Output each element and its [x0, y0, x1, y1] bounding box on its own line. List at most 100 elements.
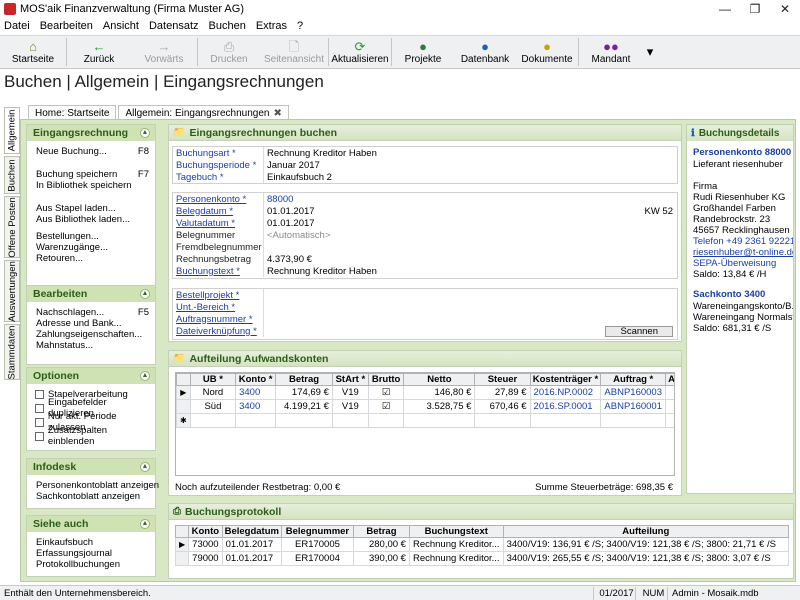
cell-belegdatum[interactable]: 01.01.2017: [221, 551, 282, 566]
sachkontoblatt-link[interactable]: Sachkontoblatt anzeigen: [27, 491, 155, 502]
zahlungseigenschaften-link[interactable]: Zahlungseigenschaften...: [27, 329, 155, 340]
aktualisieren-button[interactable]: ⟳ Aktualisieren: [329, 36, 391, 68]
einkaufsbuch-link[interactable]: Einkaufsbuch: [27, 537, 155, 548]
row-selector[interactable]: [176, 399, 191, 414]
cell-belegdatum[interactable]: 01.01.2017: [221, 537, 282, 552]
section-header[interactable]: Bearbeiten ▲: [27, 286, 155, 302]
cell-konto[interactable]: 73000: [188, 537, 223, 552]
cell-empty[interactable]: [367, 413, 405, 428]
field-unt-bereich[interactable]: Unt.-Bereich *: [173, 301, 677, 313]
table-row[interactable]: ▶ 73000 01.01.2017 ER170005 280,00 € Rec…: [175, 537, 789, 552]
field-value[interactable]: Januar 2017: [263, 159, 677, 171]
cell-konto[interactable]: 79000: [188, 551, 223, 566]
table-row[interactable]: 79000 01.01.2017 ER170004 390,00 € Rechn…: [175, 551, 789, 566]
row-selector[interactable]: [175, 551, 190, 566]
column-header[interactable]: Belegdatum: [221, 525, 282, 538]
menu-buchen[interactable]: Buchen: [209, 20, 246, 32]
column-header[interactable]: Betrag: [275, 373, 333, 386]
cell-aufteilung[interactable]: 3400/V19: 265,55 € /S; 3400/V19: 121,38 …: [502, 551, 789, 566]
field-tagebuch[interactable]: Tagebuch * Einkaufsbuch 2: [173, 171, 677, 183]
column-header[interactable]: Konto: [188, 525, 223, 538]
cell-kostentraeger[interactable]: 2016.NP.0002: [529, 385, 602, 400]
cell-auftrag[interactable]: ABNP160003: [600, 385, 666, 400]
cell-netto[interactable]: 146,80 €: [403, 385, 476, 400]
neue-buchung-link[interactable]: Neue Buchung... F8: [27, 146, 155, 157]
vtab-buchen[interactable]: Buchen: [4, 156, 20, 194]
checkbox[interactable]: [35, 417, 44, 427]
checkbox[interactable]: [35, 389, 44, 399]
cell-aufteilung[interactable]: 3400/V19: 136,91 € /S; 3400/V19: 121,38 …: [502, 537, 789, 552]
cell-belegnummer[interactable]: ER170005: [280, 537, 354, 552]
in-bibliothek-speichern-link[interactable]: In Bibliothek speichern: [27, 180, 155, 191]
minimize-button[interactable]: —: [710, 2, 740, 16]
cell-betrag[interactable]: 390,00 €: [352, 551, 410, 566]
projekte-button[interactable]: ● Projekte: [392, 36, 454, 68]
cell-buchungstext[interactable]: Rechnung Kreditor...: [408, 551, 504, 566]
field-value[interactable]: [263, 313, 677, 325]
field-value[interactable]: 88000: [263, 193, 677, 205]
field-dateiverknuepfung[interactable]: Dateiverknüpfung * Scannen: [173, 325, 677, 337]
column-header[interactable]: Buchungstext: [408, 525, 504, 538]
datenbank-button[interactable]: ● Datenbank: [454, 36, 516, 68]
cell-empty[interactable]: [189, 413, 237, 428]
cell-brutto-checkbox[interactable]: ☑: [367, 385, 405, 400]
warenzugaenge-link[interactable]: Warenzugänge...: [27, 242, 155, 253]
cell-kostentraeger[interactable]: 2016.SP.0001: [529, 399, 602, 414]
menu-ansicht[interactable]: Ansicht: [103, 20, 139, 32]
column-header[interactable]: Steuer: [474, 373, 531, 386]
field-value[interactable]: [263, 301, 677, 313]
field-buchungsperiode[interactable]: Buchungsperiode * Januar 2017: [173, 159, 677, 171]
cell-belegnummer[interactable]: ER170004: [280, 551, 354, 566]
section-header[interactable]: Eingangsrechnung ▲: [27, 125, 155, 141]
cell-arbz[interactable]: [665, 385, 674, 400]
section-header[interactable]: Siehe auch ▲: [27, 516, 155, 532]
tab-home[interactable]: Home: Startseite: [28, 105, 117, 120]
personenkontoblatt-link[interactable]: Personenkontoblatt anzeigen: [27, 480, 159, 491]
cell-empty[interactable]: [403, 413, 476, 428]
collapse-icon[interactable]: ▲: [140, 289, 150, 299]
cell-empty[interactable]: [474, 413, 531, 428]
cell-empty[interactable]: [275, 413, 333, 428]
cell-empty[interactable]: [235, 413, 277, 428]
cell-betrag[interactable]: 174,69 €: [275, 385, 333, 400]
row-pointer-icon[interactable]: ▶: [175, 537, 190, 552]
cell-konto[interactable]: 3400: [235, 399, 277, 414]
personenkonto-heading[interactable]: Personenkonto 88000: [687, 147, 793, 159]
mahnstatus-link[interactable]: Mahnstatus...: [27, 340, 155, 351]
bestellungen-link[interactable]: Bestellungen...: [27, 231, 155, 242]
vorwaerts-button[interactable]: → Vorwärts: [131, 36, 197, 68]
field-buchungstext[interactable]: Buchungstext * Rechnung Kreditor Haben: [173, 265, 677, 277]
field-value[interactable]: <Automatisch>: [263, 229, 677, 241]
menu-extras[interactable]: Extras: [256, 20, 287, 32]
section-header[interactable]: Infodesk ▲: [27, 459, 155, 475]
collapse-icon[interactable]: ▲: [140, 519, 150, 529]
field-personenkonto[interactable]: Personenkonto * 88000: [173, 193, 677, 205]
column-header[interactable]: Betrag: [352, 525, 410, 538]
maximize-button[interactable]: ❐: [740, 2, 770, 16]
protokollbuchungen-link[interactable]: Protokollbuchungen: [27, 559, 155, 570]
cell-empty[interactable]: [331, 413, 369, 428]
new-row[interactable]: ✱: [176, 413, 674, 428]
column-header[interactable]: Belegnummer: [280, 525, 354, 538]
field-belegdatum[interactable]: Belegdatum * 01.01.2017 KW 52: [173, 205, 677, 217]
field-valutadatum[interactable]: Valutadatum * 01.01.2017: [173, 217, 677, 229]
column-header[interactable]: Brutto: [367, 373, 405, 386]
field-rechnungsbetrag[interactable]: Rechnungsbetrag 4.373,90 €: [173, 253, 677, 265]
option-zusatzspalten[interactable]: Zusatzspalten einblenden: [27, 425, 155, 447]
email-link[interactable]: riesenhuber@t-online.de: [687, 247, 793, 258]
checkbox[interactable]: [35, 431, 44, 441]
buchung-speichern-link[interactable]: Buchung speichern F7: [27, 169, 155, 180]
menu-help[interactable]: ?: [297, 20, 303, 32]
field-value[interactable]: 01.01.2017 KW 52: [263, 205, 677, 217]
dokumente-button[interactable]: ● Dokumente: [516, 36, 578, 68]
scannen-button[interactable]: Scannen: [605, 325, 673, 337]
vtab-auswertungen[interactable]: Auswertungen: [4, 260, 20, 322]
column-header[interactable]: Konto *: [235, 373, 277, 386]
field-belegnummer[interactable]: Belegnummer <Automatisch>: [173, 229, 677, 241]
field-value[interactable]: Rechnung Kreditor Haben: [263, 147, 677, 159]
column-header[interactable]: UB *: [189, 373, 237, 386]
cell-steuer[interactable]: 27,89 €: [474, 385, 531, 400]
mandant-button[interactable]: ●● Mandant: [579, 36, 643, 68]
erfassungsjournal-link[interactable]: Erfassungsjournal: [27, 548, 155, 559]
zurueck-button[interactable]: ← Zurück: [67, 36, 131, 68]
